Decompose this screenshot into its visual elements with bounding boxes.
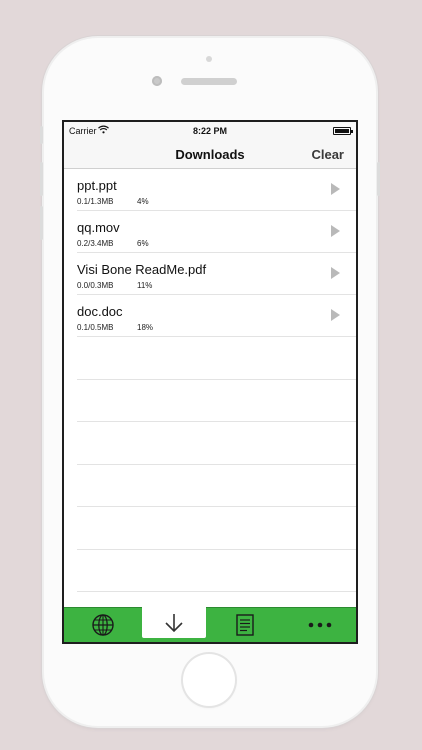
- download-size: 0.1/1.3MB: [77, 197, 114, 206]
- download-percent: 4%: [137, 197, 149, 206]
- download-percent: 18%: [137, 323, 154, 332]
- download-row[interactable]: qq.mov 0.2/3.4MB 6%: [77, 211, 356, 253]
- front-camera: [152, 76, 162, 86]
- download-file-name: doc.doc: [77, 304, 123, 319]
- status-bar: Carrier 8:22 PM: [64, 122, 356, 140]
- tab-downloads[interactable]: [142, 607, 206, 638]
- app-screen: Carrier 8:22 PM Downloads Clear ppt.ppt …: [62, 120, 358, 644]
- more-dots-icon: [308, 622, 332, 628]
- tab-browser[interactable]: [64, 608, 142, 642]
- volume-up-button: [40, 162, 43, 196]
- empty-row: [77, 550, 356, 592]
- download-file-name: Visi Bone ReadMe.pdf: [77, 262, 207, 277]
- download-percent: 6%: [137, 239, 149, 248]
- download-size: 0.2/3.4MB: [77, 239, 114, 248]
- download-row[interactable]: ppt.ppt 0.1/1.3MB 4%: [77, 169, 356, 211]
- document-icon: [236, 614, 254, 636]
- empty-row: [77, 380, 356, 422]
- download-row[interactable]: doc.doc 0.1/0.5MB 18%: [77, 295, 356, 337]
- battery-icon: [333, 127, 353, 135]
- status-time: 8:22 PM: [192, 126, 227, 136]
- globe-icon: [92, 614, 114, 636]
- power-button: [377, 162, 380, 196]
- download-file-name: qq.mov: [77, 220, 120, 235]
- download-file-name: ppt.ppt: [77, 178, 117, 193]
- play-icon[interactable]: [331, 309, 340, 321]
- download-percent: 11%: [137, 281, 153, 290]
- download-size: 0.1/0.5MB: [77, 323, 114, 332]
- earpiece-speaker: [181, 78, 237, 85]
- empty-row: [77, 337, 356, 380]
- navigation-bar: Downloads Clear: [64, 140, 356, 169]
- play-icon[interactable]: [331, 267, 340, 279]
- downloads-list: ppt.ppt 0.1/1.3MB 4% qq.mov 0.2/3.4MB 6%…: [64, 169, 356, 607]
- tab-more[interactable]: [284, 608, 356, 642]
- phone-frame: Carrier 8:22 PM Downloads Clear ppt.ppt …: [40, 38, 380, 726]
- proximity-sensor: [206, 56, 212, 62]
- tab-bar: [64, 607, 356, 642]
- empty-row: [77, 422, 356, 465]
- download-row[interactable]: Visi Bone ReadMe.pdf 0.0/0.3MB 11%: [77, 253, 356, 295]
- download-arrow-icon: [165, 613, 183, 632]
- play-icon[interactable]: [331, 225, 340, 237]
- volume-down-button: [40, 206, 43, 240]
- mute-switch: [40, 126, 43, 144]
- empty-row: [77, 465, 356, 507]
- clear-button[interactable]: Clear: [311, 147, 344, 162]
- download-size: 0.0/0.3MB: [77, 281, 114, 290]
- empty-row: [77, 507, 356, 550]
- home-button[interactable]: [183, 654, 235, 706]
- play-icon[interactable]: [331, 183, 340, 195]
- tab-documents[interactable]: [206, 608, 284, 642]
